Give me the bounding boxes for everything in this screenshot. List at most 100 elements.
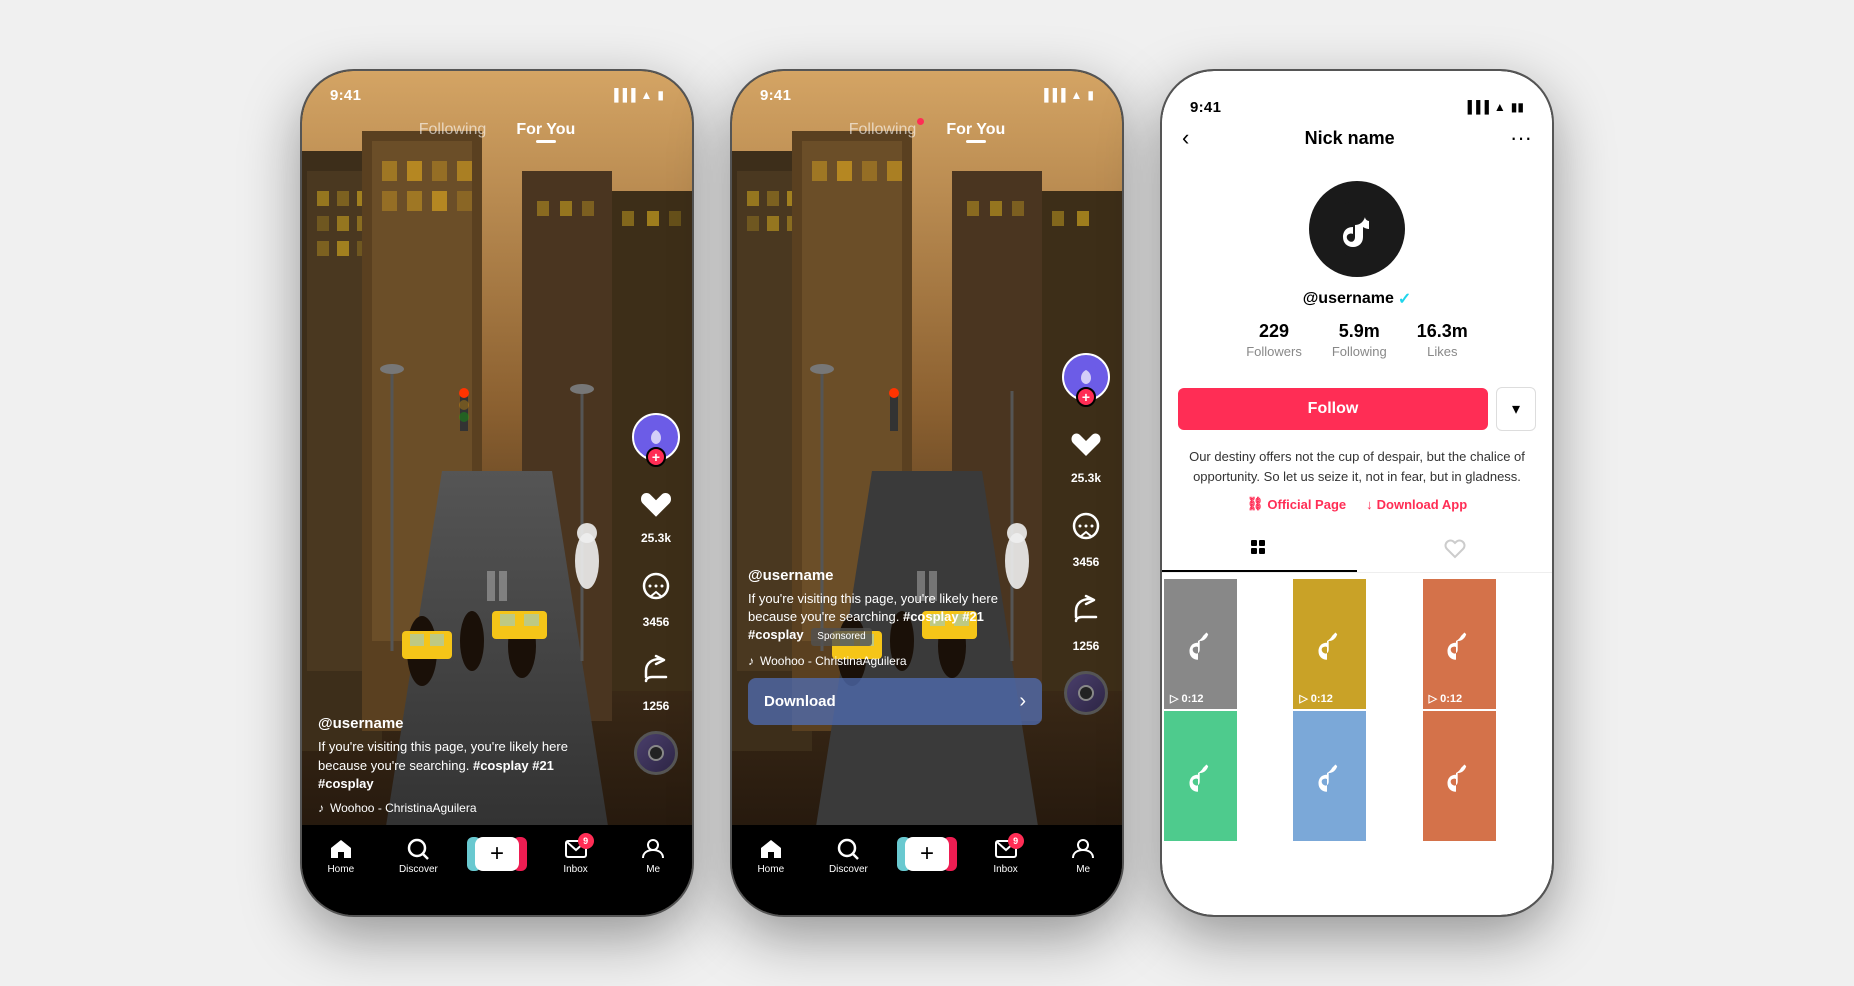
nav-tabs-1: Following For You	[302, 121, 692, 139]
video-thumb-5[interactable]	[1293, 711, 1366, 841]
creator-avatar-1[interactable]: +	[632, 413, 680, 461]
bottom-info-1: @username If you're visiting this page, …	[318, 715, 612, 815]
video-thumb-2[interactable]: ▷ 0:12	[1293, 579, 1366, 709]
tab-foryou-1[interactable]: For You	[516, 121, 575, 139]
nav-discover-1[interactable]: Discover	[393, 837, 443, 875]
like-count-1: 25.3k	[641, 531, 671, 545]
followers-count: 229	[1259, 321, 1289, 342]
battery-icon: ▮	[657, 88, 664, 102]
video-username-2[interactable]: @username	[748, 567, 1042, 584]
tiktok-thumb-icon-2	[1310, 624, 1350, 664]
right-actions-1: + 25.3k	[632, 413, 680, 775]
share-action-1[interactable]: 1256	[632, 647, 680, 713]
video-thumb-3[interactable]: ▷ 0:12	[1423, 579, 1496, 709]
nav-discover-2[interactable]: Discover	[823, 837, 873, 875]
status-icons-1: ▐▐▐ ▲ ▮	[610, 88, 664, 102]
tab-foryou-2[interactable]: For You	[946, 121, 1005, 139]
bottom-info-2: @username If you're visiting this page, …	[748, 567, 1042, 725]
following-label: Following	[1332, 344, 1387, 359]
video-thumb-1[interactable]: ▷ 0:12	[1164, 579, 1237, 709]
tiktok-thumb-icon-3	[1439, 624, 1479, 664]
video-duration-2: ▷ 0:12	[1299, 692, 1333, 705]
like-action-2[interactable]: 25.3k	[1062, 419, 1110, 485]
video-thumb-4[interactable]	[1164, 711, 1237, 841]
nav-inbox-2[interactable]: 9 Inbox	[981, 837, 1031, 875]
official-page-text: Official Page	[1267, 497, 1346, 512]
video-caption-2: If you're visiting this page, you're lik…	[748, 590, 1042, 646]
nav-me-2[interactable]: Me	[1058, 837, 1108, 875]
inbox-icon-1: 9	[564, 837, 588, 861]
tab-liked[interactable]	[1357, 528, 1552, 572]
music-title-2: Woohoo - ChristinaAguilera	[760, 654, 907, 668]
nav-me-label-2: Me	[1076, 864, 1090, 875]
music-title-1: Woohoo - ChristinaAguilera	[330, 801, 477, 815]
download-arrow-2: ›	[1019, 690, 1026, 713]
heart-icon-2	[1062, 419, 1110, 467]
nav-plus-1[interactable]: +	[471, 837, 523, 871]
music-note-icon-2: ♪	[748, 654, 754, 668]
profile-avatar[interactable]	[1309, 181, 1405, 277]
share-action-2[interactable]: 1256	[1062, 587, 1110, 653]
tiktok-thumb-icon-1	[1181, 624, 1221, 664]
comment-action-2[interactable]: 3456	[1062, 503, 1110, 569]
music-disc-1	[634, 731, 678, 775]
me-icon-2	[1071, 837, 1095, 861]
stat-following: 5.9m Following	[1332, 321, 1387, 359]
music-row-2: ♪ Woohoo - ChristinaAguilera	[748, 654, 1042, 668]
tab-following-2[interactable]: Following	[849, 121, 917, 139]
status-time-2: 9:41	[760, 87, 791, 104]
tiktok-thumb-icon-5	[1310, 756, 1350, 796]
nav-home-2[interactable]: Home	[746, 837, 796, 875]
creator-avatar-2[interactable]: +	[1062, 353, 1110, 401]
profile-title: Nick name	[1305, 128, 1395, 149]
nav-me-label-1: Me	[646, 864, 660, 875]
discover-icon-2	[836, 837, 860, 861]
download-app-text: Download App	[1377, 497, 1468, 512]
heart-icon-1	[632, 479, 680, 527]
nav-me-1[interactable]: Me	[628, 837, 678, 875]
phone-3: 9:41 ▐▐▐ ▲ ▮▮ ‹ Nick name ···	[1162, 71, 1552, 915]
following-count: 5.9m	[1339, 321, 1380, 342]
sponsored-tag-2: Sponsored	[811, 628, 871, 646]
tab-following-1[interactable]: Following	[419, 121, 487, 139]
videos-tab-icon	[1249, 538, 1271, 560]
dropdown-button[interactable]: ▾	[1496, 387, 1536, 431]
inbox-badge-dot-1: 9	[578, 833, 594, 849]
liked-tab-icon	[1444, 538, 1466, 560]
like-action-1[interactable]: 25.3k	[632, 479, 680, 545]
tab-videos[interactable]	[1162, 528, 1357, 572]
wifi-icon-2: ▲	[1071, 88, 1083, 102]
share-count-1: 1256	[643, 699, 670, 713]
profile-screen: 9:41 ▐▐▐ ▲ ▮▮ ‹ Nick name ···	[1162, 71, 1552, 915]
nav-home-1[interactable]: Home	[316, 837, 366, 875]
profile-avatar-section: @username ✓ 229 Followers 5.9m Following…	[1162, 161, 1552, 387]
video-grid: ▷ 0:12 ▷ 0:12	[1162, 577, 1552, 843]
download-app-link[interactable]: ↓ Download App	[1366, 496, 1467, 512]
video-duration-3: ▷ 0:12	[1429, 692, 1463, 705]
profile-tabs	[1162, 528, 1552, 573]
music-note-icon-1: ♪	[318, 801, 324, 815]
battery-icon-3: ▮▮	[1511, 100, 1524, 114]
nav-inbox-label-2: Inbox	[993, 864, 1017, 875]
verified-icon: ✓	[1398, 289, 1411, 309]
status-bar-1: 9:41 ▐▐▐ ▲ ▮	[302, 85, 692, 105]
status-bar-2: 9:41 ▐▐▐ ▲ ▮	[732, 85, 1122, 105]
dropdown-arrow-icon: ▾	[1512, 399, 1520, 419]
video-thumb-6[interactable]	[1423, 711, 1496, 841]
nav-plus-2[interactable]: +	[901, 837, 953, 871]
likes-label: Likes	[1427, 344, 1457, 359]
inbox-badge-dot-2: 9	[1008, 833, 1024, 849]
follow-button[interactable]: Follow	[1178, 388, 1488, 430]
official-page-link[interactable]: ⛓ Official Page	[1247, 496, 1346, 512]
comment-action-1[interactable]: 3456	[632, 563, 680, 629]
signal-icon: ▐▐▐	[610, 88, 636, 102]
download-banner-2[interactable]: Download ›	[748, 678, 1042, 725]
share-count-2: 1256	[1073, 639, 1100, 653]
comment-icon-2	[1062, 503, 1110, 551]
video-username-1[interactable]: @username	[318, 715, 612, 732]
nav-inbox-1[interactable]: 9 Inbox	[551, 837, 601, 875]
comment-count-1: 3456	[643, 615, 670, 629]
share-icon-1	[632, 647, 680, 695]
username-text: @username	[1303, 290, 1394, 308]
comment-count-2: 3456	[1073, 555, 1100, 569]
